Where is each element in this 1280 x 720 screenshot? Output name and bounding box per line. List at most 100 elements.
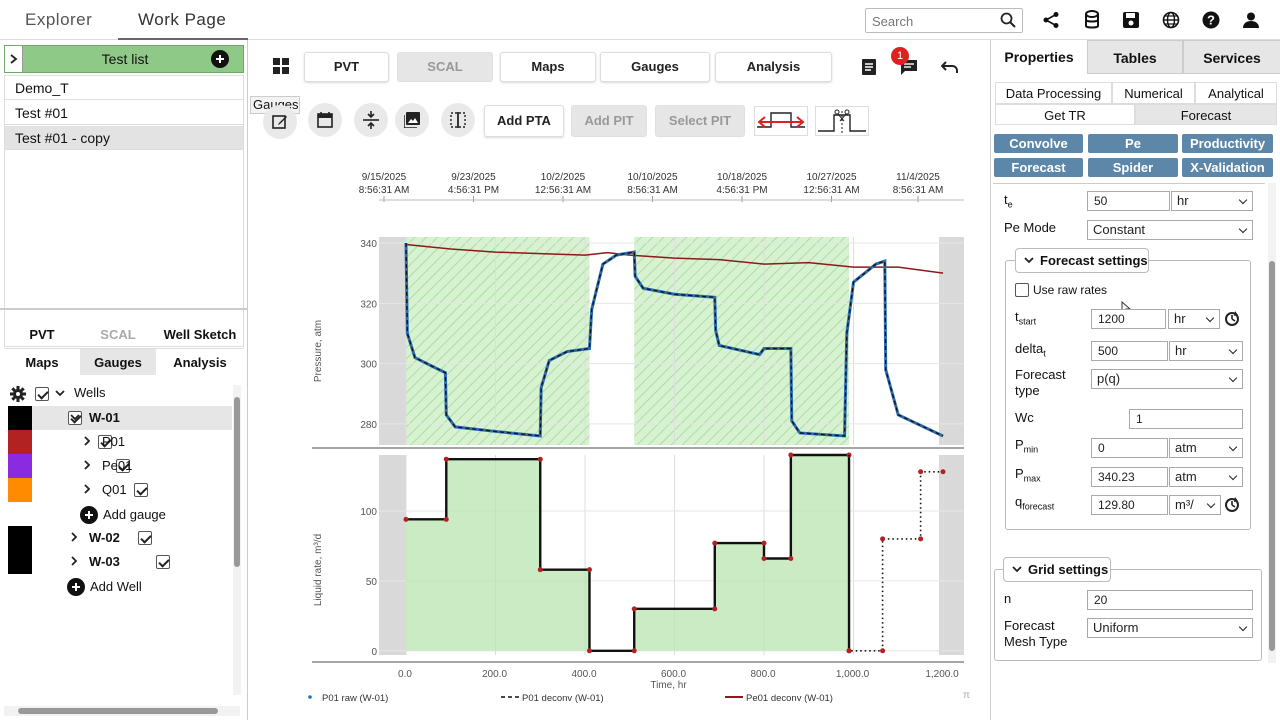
properties-scrollbar[interactable] [1268, 183, 1276, 663]
image-button[interactable] [395, 103, 429, 137]
tab-analysis-left[interactable]: Analysis [156, 348, 244, 375]
tab-work-page[interactable]: Work Page [138, 0, 226, 40]
help-icon[interactable]: ? [1200, 9, 1222, 31]
add-pit-button[interactable]: Add PIT [571, 105, 647, 137]
chevron-right-icon[interactable] [84, 436, 92, 446]
well-checkbox-w03[interactable] [155, 555, 170, 569]
wells-checkbox[interactable] [35, 387, 49, 401]
gauge-color-q01[interactable] [8, 478, 32, 502]
pmax-unit-select[interactable]: atm [1169, 467, 1243, 487]
globe-icon[interactable] [1160, 9, 1182, 31]
qforecast-input[interactable]: 129.80 [1091, 495, 1168, 515]
well-checkbox-w02[interactable] [138, 531, 153, 545]
well-color-w02[interactable] [8, 526, 32, 550]
chevron-right-icon[interactable] [71, 556, 79, 566]
tab-maps-left[interactable]: Maps [4, 348, 80, 375]
split-view-button[interactable] [441, 103, 475, 137]
add-well-button[interactable]: Add Well [90, 579, 142, 594]
subtab-get-tr[interactable]: Get TR [995, 104, 1135, 125]
tstart-input[interactable]: 1200 [1091, 309, 1166, 329]
chevron-right-icon[interactable] [84, 484, 92, 494]
nav-tab-gauges[interactable]: Gauges [600, 52, 710, 82]
well-color-w03[interactable] [8, 550, 32, 574]
edit-gauge-button[interactable] [263, 105, 297, 139]
undo-icon[interactable] [940, 60, 959, 77]
test-item-01-copy[interactable]: Test #01 - copy [5, 126, 243, 150]
settings-gear-icon[interactable] [10, 386, 26, 405]
pmax-input[interactable]: 340.23 [1091, 467, 1168, 487]
pe-button[interactable]: Pe [1088, 134, 1178, 153]
productivity-button[interactable]: Productivity [1182, 134, 1273, 153]
subtab-numerical[interactable]: Numerical [1112, 82, 1195, 104]
database-icon[interactable] [1081, 9, 1103, 31]
spider-button[interactable]: Spider [1088, 158, 1178, 177]
tab-scal-left[interactable]: SCAL [80, 322, 156, 347]
tstart-unit-select[interactable]: hr [1168, 309, 1220, 329]
forecast-settings-toggle[interactable]: Forecast settings [1015, 248, 1149, 273]
well-row-w01[interactable] [8, 406, 232, 430]
select-pit-button[interactable]: Select PIT [655, 105, 745, 137]
add-gauge-icon[interactable] [80, 506, 98, 524]
test-item-01[interactable]: Test #01 [5, 101, 243, 125]
refresh-icon[interactable] [1223, 310, 1241, 328]
forecast-type-select[interactable]: p(q) [1091, 369, 1243, 389]
forecast-mesh-type-select[interactable]: Uniform [1087, 618, 1253, 638]
tab-services[interactable]: Services [1183, 40, 1280, 74]
tab-pvt-left[interactable]: PVT [4, 322, 80, 347]
convolve-button[interactable]: Convolve [994, 134, 1083, 153]
add-gauge-button[interactable]: Add gauge [103, 507, 166, 522]
add-pta-button[interactable]: Add PTA [484, 105, 564, 137]
gauge-checkbox-q01[interactable] [133, 483, 148, 497]
tab-tables[interactable]: Tables [1087, 40, 1183, 74]
chevron-right-icon[interactable] [71, 532, 79, 542]
properties-scrollbar-thumb[interactable] [1269, 261, 1275, 651]
tree-scrollbar[interactable] [233, 385, 241, 695]
te-unit-select[interactable]: hr [1171, 191, 1253, 211]
tab-properties[interactable]: Properties [991, 40, 1087, 74]
delta-input[interactable]: 500 [1091, 341, 1168, 361]
chevron-down-icon[interactable] [70, 414, 80, 422]
wells-chevron-down-icon[interactable] [55, 390, 65, 398]
x-validation-button[interactable]: X-Validation [1182, 158, 1273, 177]
save-icon[interactable] [1120, 9, 1142, 31]
use-raw-rates-checkbox[interactable] [1015, 283, 1029, 297]
tab-gauges-left[interactable]: Gauges [80, 348, 156, 375]
te-input[interactable]: 50 [1087, 191, 1170, 211]
forecast-button[interactable]: Forecast [994, 158, 1083, 177]
nav-tab-maps[interactable]: Maps [500, 52, 596, 82]
tab-well-sketch[interactable]: Well Sketch [156, 322, 244, 347]
compress-button[interactable] [354, 103, 388, 137]
delta-unit-select[interactable]: hr [1169, 341, 1243, 361]
subtab-data-processing[interactable]: Data Processing [995, 82, 1112, 104]
test-item-demo[interactable]: Demo_T [5, 76, 243, 100]
splitter[interactable] [0, 308, 248, 310]
subtab-analytical[interactable]: Analytical [1195, 82, 1277, 104]
pmin-unit-select[interactable]: atm [1169, 438, 1243, 458]
gauge-color-pe01[interactable] [8, 454, 32, 478]
add-well-icon[interactable] [67, 578, 85, 596]
calendar-button[interactable] [308, 103, 342, 137]
wc-input[interactable]: 1 [1129, 409, 1243, 429]
gauge-color-p01[interactable] [8, 430, 32, 454]
tree-hscrollbar-thumb[interactable] [18, 708, 218, 714]
tab-explorer[interactable]: Explorer [25, 0, 92, 40]
document-icon[interactable] [861, 59, 877, 78]
qforecast-unit-select[interactable]: m³/ [1169, 495, 1221, 515]
subtab-forecast[interactable]: Forecast [1135, 104, 1277, 125]
grid-settings-toggle[interactable]: Grid settings [1003, 557, 1111, 582]
add-test-icon[interactable] [211, 50, 229, 68]
share-icon[interactable] [1040, 9, 1062, 31]
chevron-right-icon[interactable] [84, 460, 92, 470]
refresh-icon[interactable] [1223, 496, 1241, 514]
search-icon[interactable] [1000, 12, 1016, 31]
grid-view-icon[interactable] [273, 58, 289, 77]
nav-tab-pvt[interactable]: PVT [304, 52, 389, 82]
expand-range-button[interactable] [754, 106, 808, 136]
nav-tab-analysis[interactable]: Analysis [715, 52, 832, 82]
pmin-input[interactable]: 0 [1091, 438, 1168, 458]
pe-mode-select[interactable]: Constant [1087, 220, 1253, 240]
n-input[interactable]: 20 [1087, 590, 1253, 610]
pi-icon[interactable]: π [963, 690, 970, 701]
cut-range-button[interactable] [815, 106, 869, 136]
gauge-chart[interactable]: 340 320 300 280 100 50 0 9/15/2025 8:56:31 AM 9/2… [249, 165, 988, 710]
